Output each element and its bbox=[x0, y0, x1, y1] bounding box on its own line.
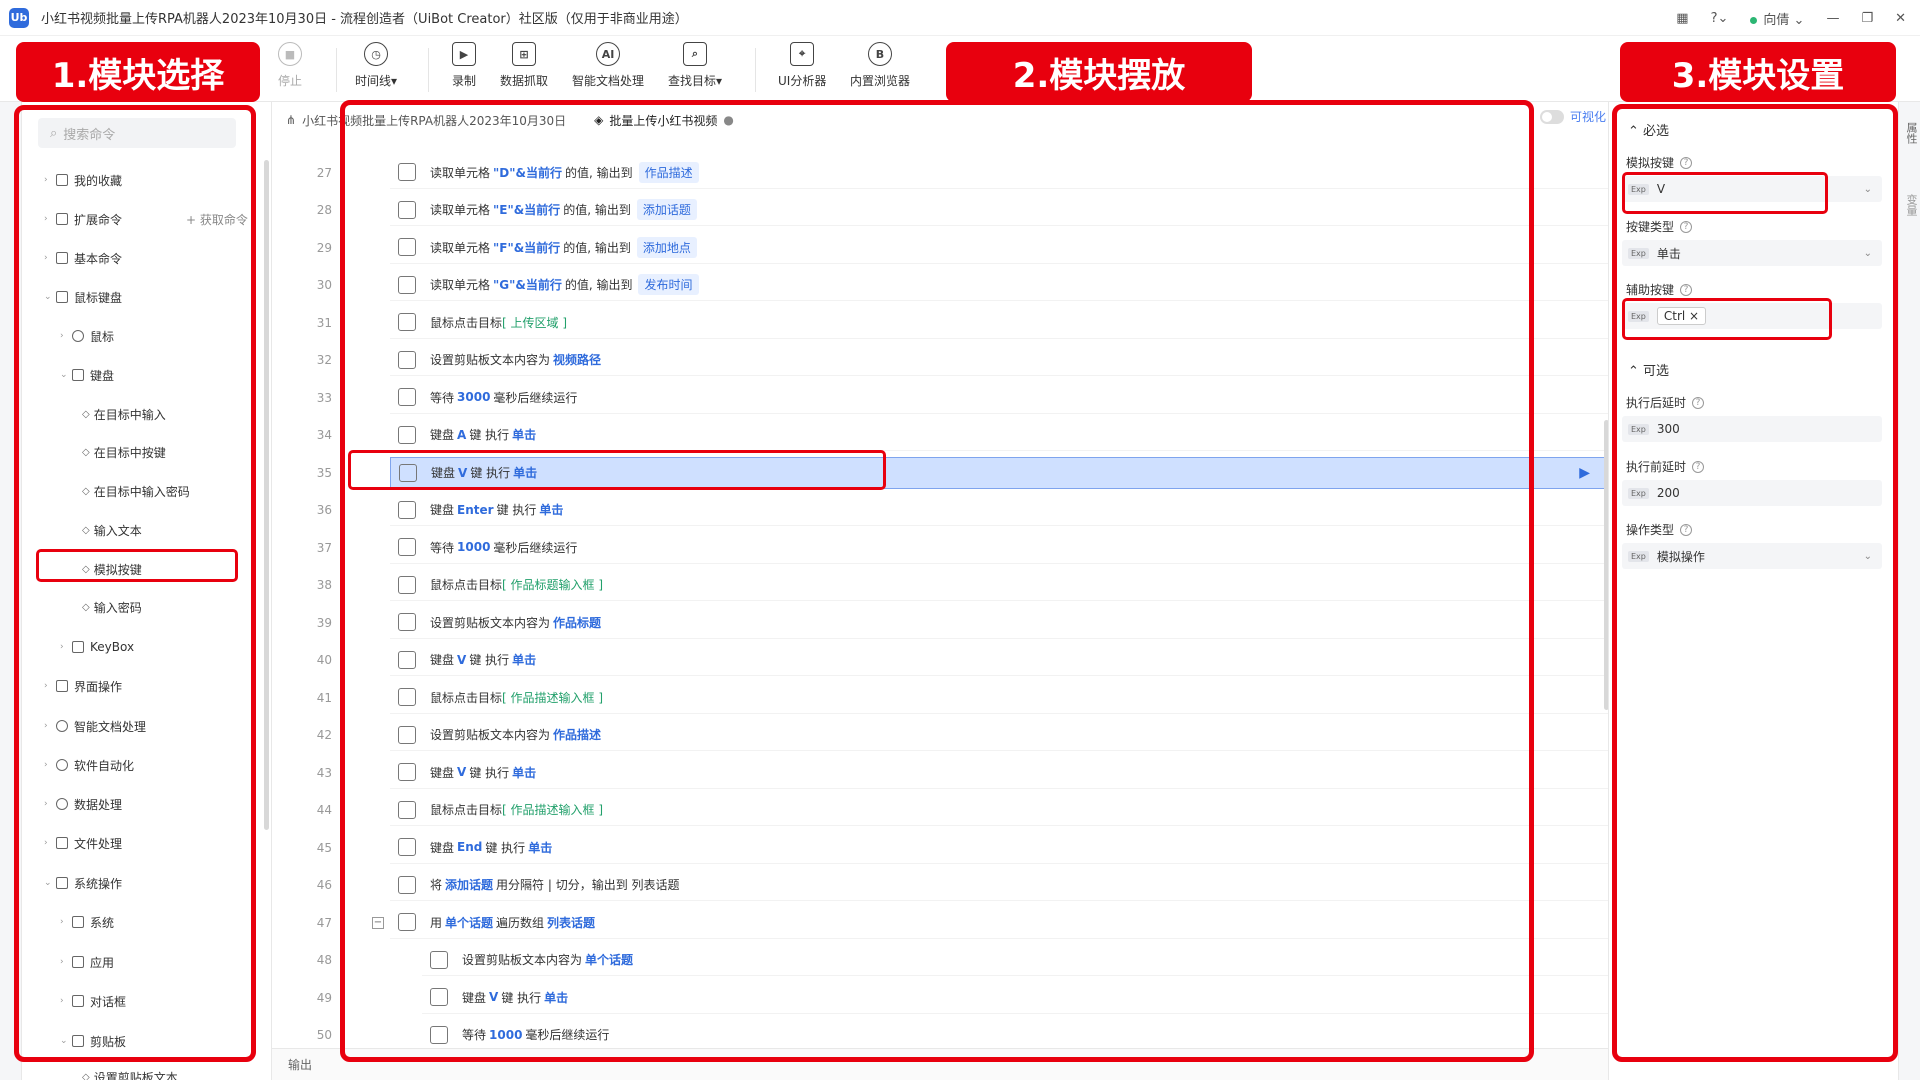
annotation-label-1: 1.模块选择 bbox=[16, 42, 260, 102]
right-side-strip: 属性 变量 bbox=[1898, 102, 1920, 1080]
run-from-here-icon[interactable]: ▶ bbox=[1579, 465, 1590, 481]
line-number: 45 bbox=[316, 840, 332, 855]
tree-item-set-clipboard[interactable]: ◇ 设置剪贴板文本 bbox=[82, 1066, 178, 1080]
help-icon[interactable]: ?⌄ bbox=[1711, 11, 1729, 26]
title-bar: Ub 小红书视频批量上传RPA机器人2023年10月30日 - 流程创造者（Ui… bbox=[0, 0, 1920, 36]
timeline-label: 时间线▾ bbox=[355, 74, 398, 88]
ui-analyzer-icon: ⌖ bbox=[790, 42, 815, 66]
line-number: 35 bbox=[316, 465, 332, 480]
line-number: 36 bbox=[316, 503, 332, 517]
annotation-box-module-select bbox=[14, 105, 256, 1062]
record-icon: ▶ bbox=[452, 42, 476, 66]
data-capture-icon: ⊞ bbox=[512, 42, 536, 66]
line-number: 34 bbox=[316, 428, 332, 442]
online-status-icon bbox=[1750, 16, 1758, 24]
restore-icon[interactable]: ❐ bbox=[1861, 11, 1873, 26]
tab-variables[interactable]: 变量 bbox=[1903, 194, 1919, 216]
annotation-box-module-settings bbox=[1612, 104, 1898, 1062]
visualize-toggle[interactable]: 可视化 bbox=[1540, 108, 1606, 125]
doc-process-button[interactable]: AI 智能文档处理 bbox=[572, 42, 644, 89]
output-label: 输出 bbox=[288, 1058, 313, 1072]
line-number: 37 bbox=[316, 540, 332, 555]
data-capture-label: 数据抓取 bbox=[500, 74, 549, 88]
line-number: 39 bbox=[316, 615, 332, 630]
minimize-icon[interactable]: — bbox=[1826, 11, 1839, 26]
browser-icon: B bbox=[868, 42, 892, 66]
line-number: 42 bbox=[316, 728, 332, 742]
find-target-icon: ⌕ bbox=[683, 42, 708, 66]
line-number: 41 bbox=[316, 690, 332, 705]
annotation-highlight-row-35 bbox=[348, 450, 886, 490]
find-target-label: 查找目标▾ bbox=[668, 74, 723, 88]
app-logo-icon: Ub bbox=[9, 7, 29, 28]
stop-button[interactable]: ■ 停止 bbox=[278, 42, 302, 89]
line-number: 43 bbox=[316, 765, 332, 780]
ui-analyzer-label: UI分析器 bbox=[778, 74, 827, 88]
annotation-box-module-place bbox=[340, 100, 1534, 1062]
line-number: 40 bbox=[316, 653, 332, 667]
line-number: 28 bbox=[316, 203, 332, 217]
line-number: 30 bbox=[316, 278, 332, 292]
line-number: 29 bbox=[316, 240, 332, 255]
line-number: 44 bbox=[316, 803, 332, 817]
annotation-highlight-sim-key bbox=[1622, 172, 1828, 214]
line-number: 32 bbox=[316, 353, 332, 367]
annotation-highlight-aux-key bbox=[1622, 298, 1832, 340]
visualize-label: 可视化 bbox=[1570, 110, 1607, 124]
browser-label: 内置浏览器 bbox=[850, 74, 911, 88]
window-title: 小红书视频批量上传RPA机器人2023年10月30日 - 流程创造者（UiBot… bbox=[41, 12, 688, 27]
line-number: 50 bbox=[316, 1028, 332, 1042]
record-label: 录制 bbox=[452, 74, 477, 88]
toggle-switch[interactable] bbox=[1540, 109, 1564, 124]
stop-label: 停止 bbox=[278, 74, 303, 88]
annotation-label-2: 2.模块摆放 bbox=[946, 42, 1252, 102]
stop-icon: ■ bbox=[278, 42, 302, 66]
user-menu[interactable]: 向倩 ⌄ bbox=[1750, 9, 1804, 28]
data-capture-button[interactable]: ⊞ 数据抓取 bbox=[500, 42, 548, 89]
clock-icon: ◷ bbox=[364, 42, 389, 66]
ai-icon: AI bbox=[596, 42, 620, 66]
flow-icon: ⋔ bbox=[286, 113, 297, 127]
ui-analyzer-button[interactable]: ⌖ UI分析器 bbox=[778, 42, 826, 89]
user-name: 向倩 bbox=[1763, 12, 1790, 28]
line-number: 38 bbox=[316, 578, 332, 592]
browser-button[interactable]: B 内置浏览器 bbox=[850, 42, 910, 89]
left-scrollbar[interactable] bbox=[264, 160, 269, 830]
tree-label: 设置剪贴板文本 bbox=[93, 1070, 178, 1080]
line-number: 47 bbox=[316, 915, 332, 930]
tab-properties[interactable]: 属性 bbox=[1903, 122, 1919, 144]
annotation-label-3: 3.模块设置 bbox=[1620, 42, 1896, 102]
find-target-button[interactable]: ⌕ 查找目标▾ bbox=[668, 42, 722, 89]
doc-process-label: 智能文档处理 bbox=[572, 74, 645, 88]
line-number: 49 bbox=[316, 990, 332, 1005]
line-number: 31 bbox=[316, 315, 332, 330]
annotation-highlight-simulate-key bbox=[36, 549, 238, 582]
line-number: 48 bbox=[316, 953, 332, 967]
line-number: 27 bbox=[316, 165, 332, 180]
grid-icon[interactable]: ▦ bbox=[1676, 11, 1688, 26]
record-button[interactable]: ▶ 录制 bbox=[452, 42, 476, 89]
line-number: 46 bbox=[316, 878, 332, 892]
close-icon[interactable]: ✕ bbox=[1895, 11, 1906, 26]
line-number: 33 bbox=[316, 390, 332, 405]
timeline-button[interactable]: ◷ 时间线▾ bbox=[355, 42, 397, 89]
